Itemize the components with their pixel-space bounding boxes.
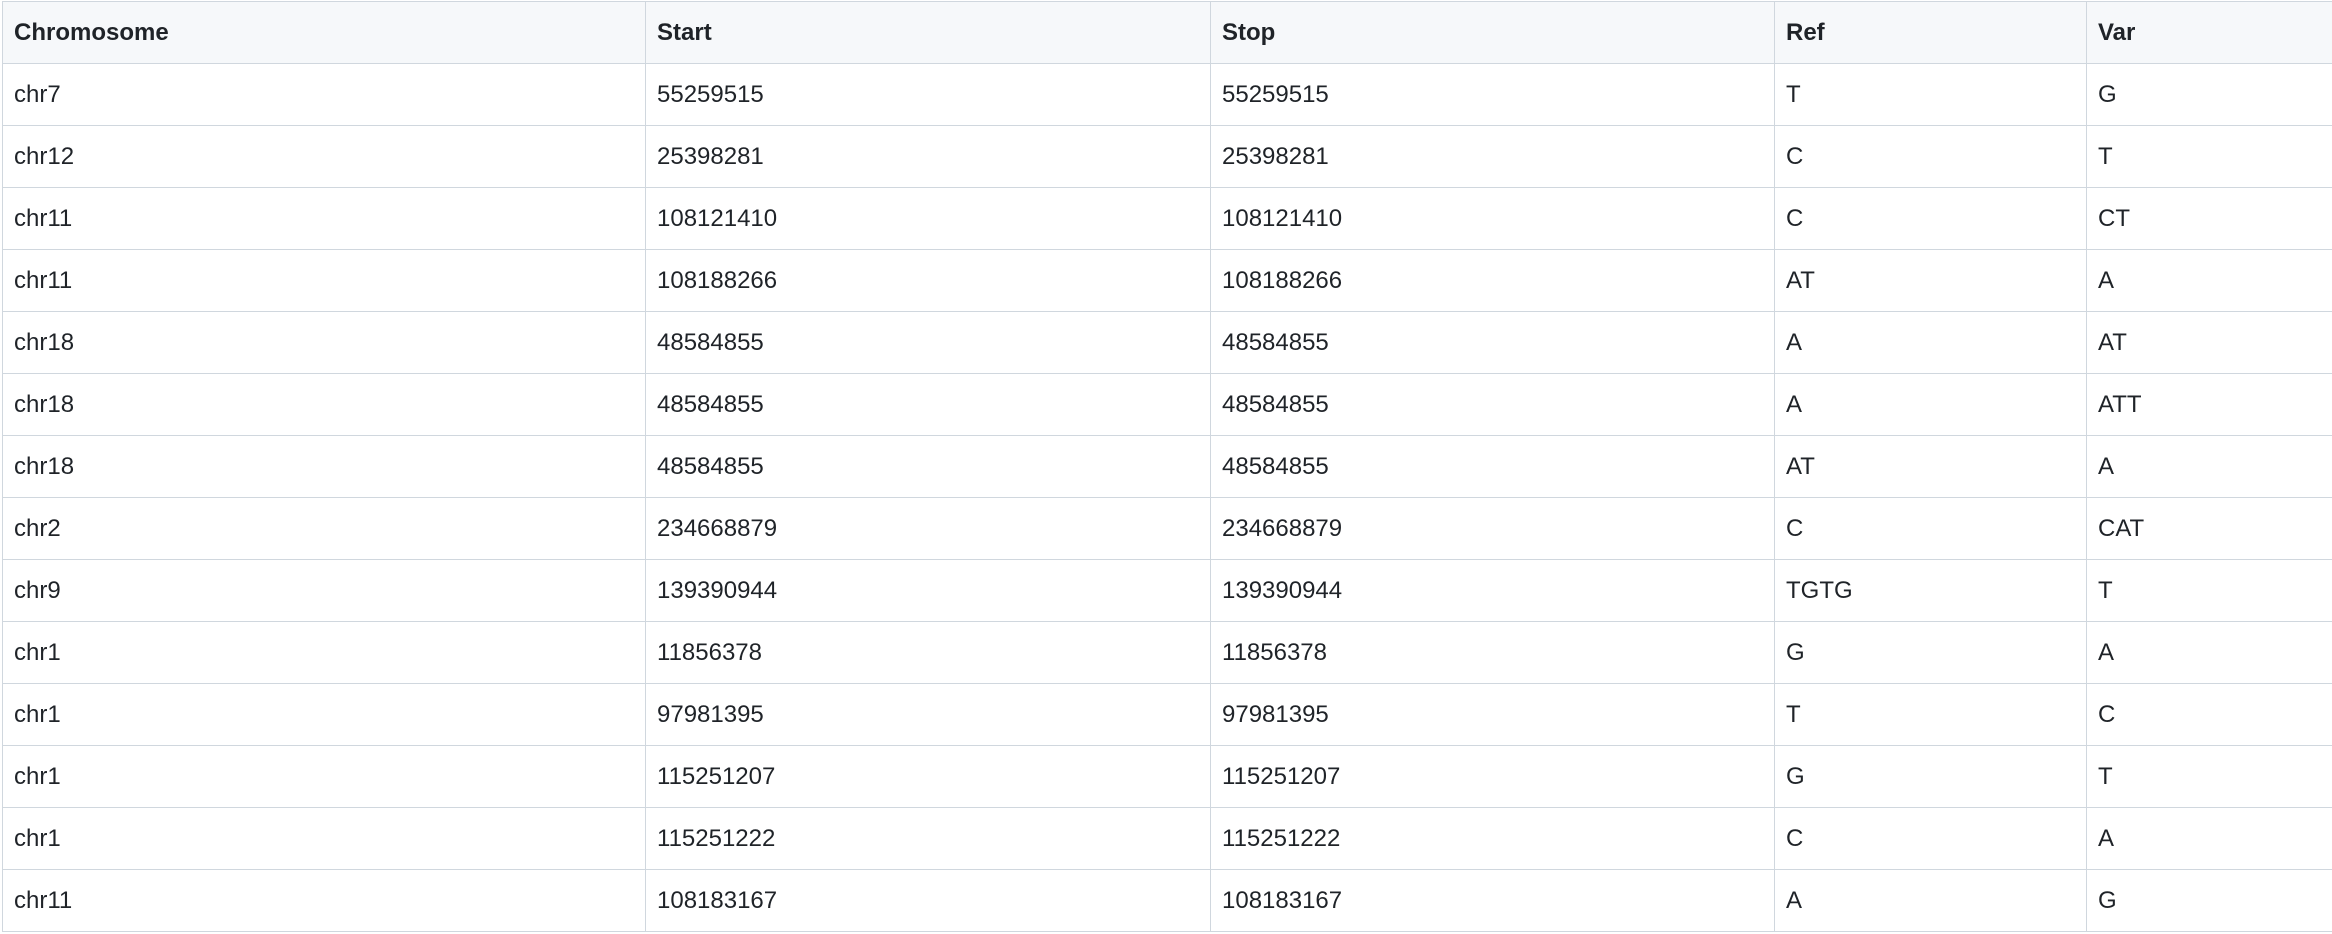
cell-chromosome: chr9	[2, 559, 646, 622]
cell-var: G	[2086, 63, 2332, 126]
cell-stop: 25398281	[1210, 125, 1775, 188]
cell-chromosome: chr12	[2, 125, 646, 188]
cell-ref: C	[1774, 125, 2087, 188]
cell-chromosome: chr1	[2, 745, 646, 808]
cell-var: A	[2086, 435, 2332, 498]
table-row: chr9 139390944 139390944 TGTG T	[2, 559, 2332, 622]
column-header-var[interactable]: Var	[2086, 1, 2332, 64]
cell-start: 48584855	[645, 373, 1211, 436]
cell-var: ATT	[2086, 373, 2332, 436]
cell-ref: C	[1774, 807, 2087, 870]
cell-stop: 115251222	[1210, 807, 1775, 870]
table-row: chr11 108121410 108121410 C CT	[2, 187, 2332, 250]
table-row: chr1 97981395 97981395 T C	[2, 683, 2332, 746]
cell-start: 115251207	[645, 745, 1211, 808]
cell-start: 234668879	[645, 497, 1211, 560]
cell-ref: AT	[1774, 249, 2087, 312]
cell-start: 108188266	[645, 249, 1211, 312]
cell-ref: G	[1774, 621, 2087, 684]
cell-var: A	[2086, 621, 2332, 684]
cell-ref: T	[1774, 683, 2087, 746]
cell-stop: 48584855	[1210, 435, 1775, 498]
cell-var: CAT	[2086, 497, 2332, 560]
cell-ref: A	[1774, 311, 2087, 374]
cell-stop: 55259515	[1210, 63, 1775, 126]
table-row: chr18 48584855 48584855 AT A	[2, 435, 2332, 498]
table-row: chr1 11856378 11856378 G A	[2, 621, 2332, 684]
cell-chromosome: chr1	[2, 621, 646, 684]
cell-ref: C	[1774, 187, 2087, 250]
table-row: chr11 108183167 108183167 A G	[2, 869, 2332, 932]
table-row: chr18 48584855 48584855 A AT	[2, 311, 2332, 374]
table-row: chr1 115251207 115251207 G T	[2, 745, 2332, 808]
cell-ref: AT	[1774, 435, 2087, 498]
cell-start: 108121410	[645, 187, 1211, 250]
cell-var: T	[2086, 559, 2332, 622]
cell-chromosome: chr18	[2, 435, 646, 498]
table-row: chr1 115251222 115251222 C A	[2, 807, 2332, 870]
cell-var: C	[2086, 683, 2332, 746]
cell-start: 11856378	[645, 621, 1211, 684]
cell-stop: 48584855	[1210, 311, 1775, 374]
cell-chromosome: chr18	[2, 373, 646, 436]
cell-stop: 97981395	[1210, 683, 1775, 746]
table-header: Chromosome Start Stop Ref Var	[2, 1, 2332, 64]
table-row: chr7 55259515 55259515 T G	[2, 63, 2332, 126]
cell-var: T	[2086, 745, 2332, 808]
cell-ref: A	[1774, 373, 2087, 436]
cell-ref: A	[1774, 869, 2087, 932]
cell-stop: 108183167	[1210, 869, 1775, 932]
column-header-start[interactable]: Start	[645, 1, 1211, 64]
cell-var: T	[2086, 125, 2332, 188]
column-header-stop[interactable]: Stop	[1210, 1, 1775, 64]
cell-ref: TGTG	[1774, 559, 2087, 622]
variants-table-container: Chromosome Start Stop Ref Var chr7 552595…	[2, 1, 2332, 932]
table-row: chr18 48584855 48584855 A ATT	[2, 373, 2332, 436]
cell-ref: T	[1774, 63, 2087, 126]
cell-chromosome: chr11	[2, 869, 646, 932]
table-row: chr2 234668879 234668879 C CAT	[2, 497, 2332, 560]
column-header-chromosome[interactable]: Chromosome	[2, 1, 646, 64]
cell-var: G	[2086, 869, 2332, 932]
cell-stop: 108121410	[1210, 187, 1775, 250]
cell-chromosome: chr1	[2, 683, 646, 746]
cell-chromosome: chr1	[2, 807, 646, 870]
cell-var: A	[2086, 249, 2332, 312]
cell-chromosome: chr11	[2, 187, 646, 250]
cell-ref: G	[1774, 745, 2087, 808]
table-row: chr12 25398281 25398281 C T	[2, 125, 2332, 188]
cell-ref: C	[1774, 497, 2087, 560]
cell-start: 97981395	[645, 683, 1211, 746]
table-body: chr7 55259515 55259515 T Gchr12 25398281 25398…	[2, 63, 2332, 932]
cell-start: 48584855	[645, 311, 1211, 374]
cell-chromosome: chr2	[2, 497, 646, 560]
cell-chromosome: chr7	[2, 63, 646, 126]
cell-start: 115251222	[645, 807, 1211, 870]
cell-stop: 48584855	[1210, 373, 1775, 436]
column-header-ref[interactable]: Ref	[1774, 1, 2087, 64]
variants-table: Chromosome Start Stop Ref Var chr7 552595…	[2, 1, 2332, 932]
cell-stop: 139390944	[1210, 559, 1775, 622]
cell-chromosome: chr18	[2, 311, 646, 374]
cell-start: 48584855	[645, 435, 1211, 498]
header-row: Chromosome Start Stop Ref Var	[2, 1, 2332, 64]
cell-var: A	[2086, 807, 2332, 870]
cell-start: 108183167	[645, 869, 1211, 932]
cell-start: 139390944	[645, 559, 1211, 622]
cell-stop: 234668879	[1210, 497, 1775, 560]
cell-var: AT	[2086, 311, 2332, 374]
cell-stop: 115251207	[1210, 745, 1775, 808]
cell-chromosome: chr11	[2, 249, 646, 312]
cell-start: 25398281	[645, 125, 1211, 188]
cell-stop: 108188266	[1210, 249, 1775, 312]
cell-stop: 11856378	[1210, 621, 1775, 684]
cell-var: CT	[2086, 187, 2332, 250]
table-row: chr11 108188266 108188266 AT A	[2, 249, 2332, 312]
cell-start: 55259515	[645, 63, 1211, 126]
